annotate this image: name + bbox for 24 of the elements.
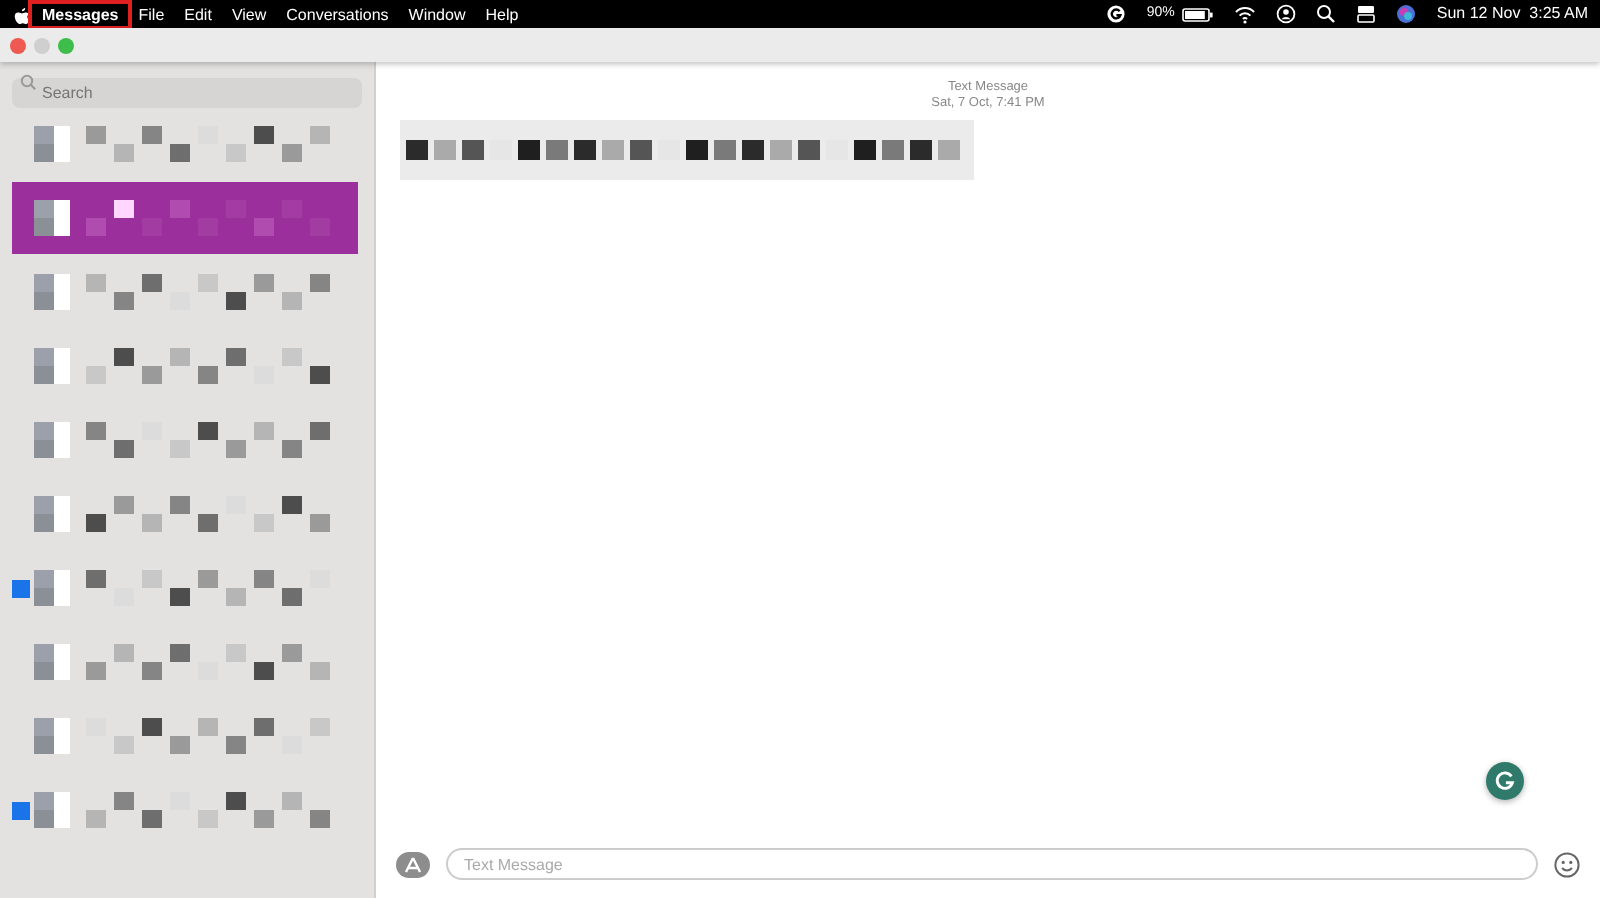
refresh-g-icon	[1494, 770, 1516, 792]
menu-item[interactable]: View	[221, 3, 277, 25]
menu-item[interactable]: File	[128, 3, 175, 25]
control-strip-icon[interactable]	[1356, 4, 1377, 24]
app-store-icon[interactable]	[396, 851, 430, 877]
battery-icon[interactable]	[1182, 7, 1215, 21]
apple-logo-icon[interactable]	[12, 3, 32, 25]
menu-item[interactable]: Conversations	[276, 3, 399, 25]
siri-icon[interactable]	[1396, 4, 1417, 24]
menu-item[interactable]: Edit	[174, 3, 222, 25]
menu-clock[interactable]: Sun 12 Nov 3:25 AM	[1436, 2, 1588, 26]
menu-item[interactable]: Window	[398, 3, 476, 25]
menu-item[interactable]: Messages	[32, 3, 129, 25]
menu-item[interactable]: Help	[475, 3, 529, 25]
grammarly-icon[interactable]	[1106, 4, 1127, 24]
message-input-field[interactable]: Text Message	[446, 848, 1538, 880]
close-button[interactable]	[10, 37, 26, 53]
conversation-row[interactable]	[12, 182, 358, 254]
wifi-icon[interactable]	[1234, 4, 1257, 24]
search-field[interactable]: Search	[12, 78, 362, 108]
search-icon[interactable]	[1316, 4, 1337, 24]
emoji-icon[interactable]	[1554, 851, 1580, 877]
user-icon[interactable]	[1276, 4, 1297, 24]
grammarly-button[interactable]	[1486, 762, 1524, 800]
